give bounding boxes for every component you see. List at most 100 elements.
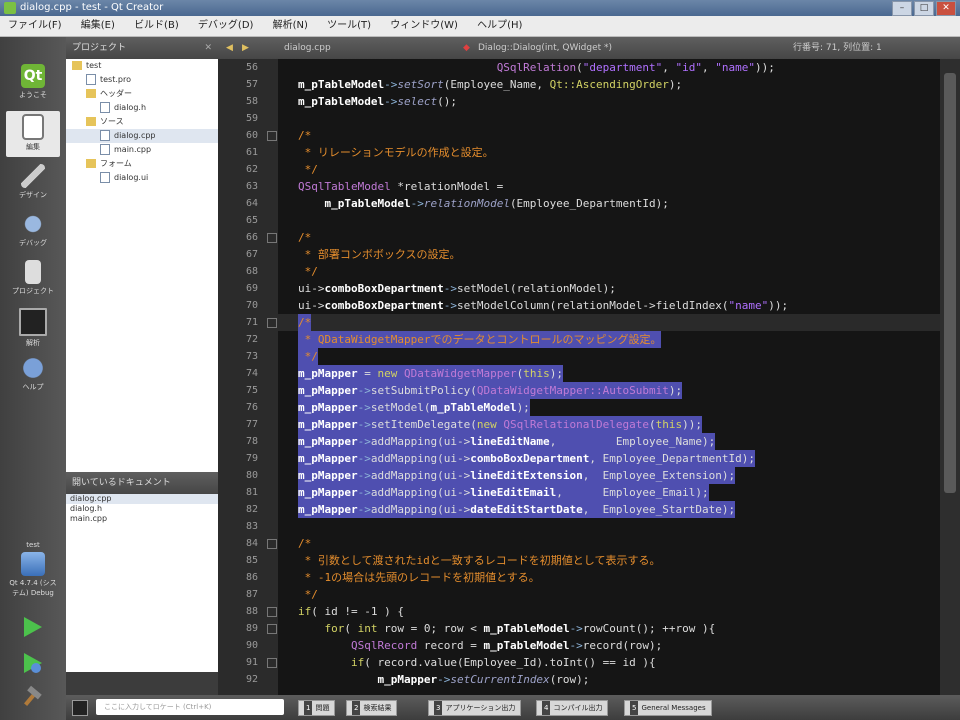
symbol-selector[interactable]: Dialog::Dialog(int, QWidget *)	[478, 37, 612, 59]
mode-analyze[interactable]: 解析	[6, 305, 60, 351]
code-line[interactable]: m_pTableModel->relationModel(Employee_De…	[298, 195, 669, 212]
code-editor[interactable]: QSqlRelation("department", "id", "name")…	[278, 59, 940, 695]
code-line[interactable]: m_pMapper->addMapping(ui->dateEditStartD…	[298, 501, 736, 518]
hammer-icon	[24, 685, 42, 706]
code-line[interactable]: m_pMapper->addMapping(ui->lineEditEmail,…	[298, 484, 709, 501]
code-line[interactable]: m_pMapper->setSubmitPolicy(QDataWidgetMa…	[298, 382, 683, 399]
code-line[interactable]: */	[298, 161, 318, 178]
scrollbar-thumb[interactable]	[944, 73, 956, 493]
tree-item[interactable]: dialog.cpp	[66, 129, 218, 143]
code-line[interactable]: /*	[298, 535, 311, 552]
code-line[interactable]: m_pMapper->setItemDelegate(new QSqlRelat…	[298, 416, 703, 433]
tree-item[interactable]: ヘッダー	[66, 87, 218, 101]
code-line[interactable]: */	[298, 263, 318, 280]
project-panel-title[interactable]: プロジェクト	[72, 43, 126, 53]
open-doc-item[interactable]: main.cpp	[66, 514, 218, 524]
code-line[interactable]: /*	[298, 127, 311, 144]
code-line[interactable]: * 引数として渡されたidと一致するレコードを初期値として表示する。	[298, 552, 661, 569]
project-icon	[25, 260, 41, 284]
fold-marker-icon[interactable]	[267, 233, 277, 243]
mode-help[interactable]: ヘルプ	[6, 353, 60, 399]
minimize-button[interactable]: –	[892, 1, 912, 16]
open-doc-item[interactable]: dialog.h	[66, 504, 218, 514]
menu-debug[interactable]: デバッグ(D)	[190, 16, 262, 36]
code-line[interactable]: * -1の場合は先頭のレコードを初期値とする。	[298, 569, 540, 586]
open-doc-item[interactable]: dialog.cpp	[66, 494, 218, 504]
vertical-scrollbar[interactable]	[940, 59, 960, 695]
tree-item[interactable]: dialog.h	[66, 101, 218, 115]
line-number: 77	[245, 419, 258, 430]
close-button[interactable]: ✕	[936, 1, 956, 16]
maximize-button[interactable]: □	[914, 1, 934, 16]
code-line[interactable]: m_pMapper->setModel(m_pTableModel);	[298, 399, 530, 416]
line-number-gutter[interactable]: 56 57 58 59 60 61 62 63 64 65 66 67 68 69 70 71 72 73 74 75…	[218, 59, 278, 695]
code-line[interactable]: m_pTableModel->select();	[298, 93, 457, 110]
output-tab-issues[interactable]: 1 問題	[298, 700, 336, 716]
code-line[interactable]: for( int row = 0; row < m_pTableModel->r…	[298, 620, 716, 637]
tree-item[interactable]: main.cpp	[66, 143, 218, 157]
code-line[interactable]: * リレーションモデルの作成と設定。	[298, 144, 494, 161]
output-tab-compile[interactable]: 4 コンパイル出力	[536, 700, 609, 716]
code-line[interactable]: if( record.value(Employee_Id).toInt() ==…	[298, 654, 656, 671]
tree-item[interactable]: dialog.ui	[66, 171, 218, 185]
fold-marker-icon[interactable]	[267, 658, 277, 668]
code-line[interactable]: * QDataWidgetMapperでのデータとコントロールのマッピング設定。	[298, 331, 662, 348]
code-line[interactable]: m_pMapper->addMapping(ui->lineEditName, …	[298, 433, 716, 450]
menu-window[interactable]: ウィンドウ(W)	[382, 16, 466, 36]
tree-item-label: dialog.ui	[114, 173, 149, 182]
target-selector[interactable]: test Qt 4.7.4 (システム) Debug	[6, 541, 60, 601]
fold-marker-icon[interactable]	[267, 624, 277, 634]
code-line[interactable]: QSqlRecord record = m_pTableModel->recor…	[298, 637, 662, 654]
open-documents-title[interactable]: 開いているドキュメント	[72, 478, 171, 488]
code-line[interactable]: ui->comboBoxDepartment->setModelColumn(r…	[298, 297, 788, 314]
mode-welcome[interactable]: Qt ようこそ	[6, 61, 60, 107]
code-token: "id"	[675, 61, 703, 74]
fold-marker-icon[interactable]	[267, 607, 277, 617]
mode-design[interactable]: デザイン	[6, 161, 60, 207]
code-token: ,	[702, 61, 716, 74]
document-selector[interactable]: dialog.cpp	[284, 37, 331, 59]
code-line[interactable]: m_pMapper->addMapping(ui->lineEditExtens…	[298, 467, 736, 484]
menu-file[interactable]: ファイル(F)	[0, 16, 70, 36]
menu-help[interactable]: ヘルプ(H)	[469, 16, 530, 36]
toggle-sidebar-icon[interactable]	[72, 700, 88, 716]
panel-close-icon[interactable]: ✕	[204, 37, 212, 59]
forward-arrow-icon[interactable]: ▶	[242, 37, 249, 59]
code-line[interactable]: */	[298, 586, 318, 603]
tree-item[interactable]: test	[66, 59, 218, 73]
tree-item[interactable]: ソース	[66, 115, 218, 129]
menu-tools[interactable]: ツール(T)	[319, 16, 379, 36]
code-line[interactable]: /*	[298, 314, 312, 331]
code-line[interactable]: m_pMapper->setCurrentIndex(row);	[298, 671, 589, 688]
code-line[interactable]: QSqlRelation("department", "id", "name")…	[298, 59, 775, 76]
mode-edit[interactable]: 編集	[6, 111, 60, 157]
fold-marker-icon[interactable]	[267, 318, 277, 328]
fold-marker-icon[interactable]	[267, 539, 277, 549]
tree-item[interactable]: フォーム	[66, 157, 218, 171]
mode-projects[interactable]: プロジェクト	[6, 257, 60, 303]
code-line[interactable]: /*	[298, 229, 311, 246]
run-button[interactable]	[20, 615, 44, 639]
code-line[interactable]: */	[298, 348, 318, 365]
output-tab-app-output[interactable]: 3 アプリケーション出力	[428, 700, 522, 716]
mode-debug[interactable]: デバッグ	[6, 209, 60, 255]
menu-edit[interactable]: 編集(E)	[73, 16, 123, 36]
code-line[interactable]: if( id != -1 ) {	[298, 603, 404, 620]
code-line[interactable]: * 部署コンボボックスの設定。	[298, 246, 461, 263]
code-line[interactable]: m_pTableModel->setSort(Employee_Name, Qt…	[298, 76, 682, 93]
fold-marker-icon[interactable]	[267, 131, 277, 141]
menu-build[interactable]: ビルド(B)	[126, 16, 187, 36]
code-line[interactable]: QSqlTableModel *relationModel =	[298, 178, 503, 195]
window-titlebar[interactable]: dialog.cpp - test - Qt Creator – □ ✕	[0, 0, 960, 16]
back-arrow-icon[interactable]: ◀	[226, 37, 233, 59]
code-line[interactable]: ui->comboBoxDepartment->setModel(relatio…	[298, 280, 616, 297]
code-line[interactable]: m_pMapper = new QDataWidgetMapper(this);	[298, 365, 563, 382]
output-tab-general[interactable]: 5 General Messages	[624, 700, 712, 716]
tree-item[interactable]: test.pro	[66, 73, 218, 87]
build-button[interactable]	[20, 685, 44, 709]
menu-analyze[interactable]: 解析(N)	[265, 16, 316, 36]
code-line[interactable]: m_pMapper->addMapping(ui->comboBoxDepart…	[298, 450, 755, 467]
output-tab-search[interactable]: 2 検索結果	[346, 700, 398, 716]
locator-input[interactable]: ここに入力してロケート (Ctrl+K)	[96, 699, 284, 715]
debug-run-button[interactable]	[20, 651, 44, 675]
